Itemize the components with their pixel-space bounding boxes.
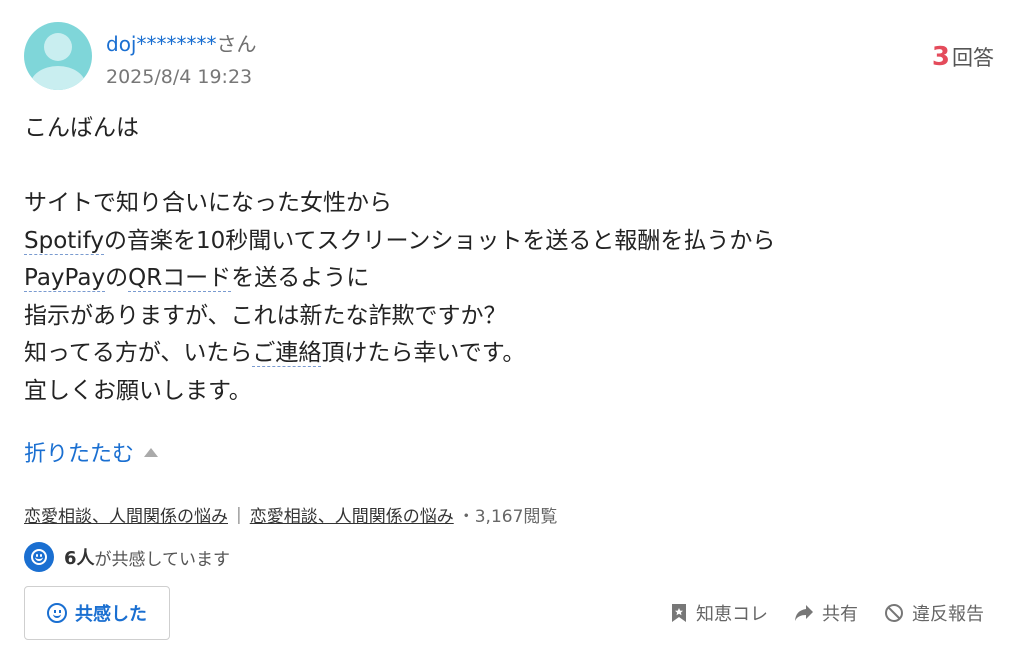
empathy-count: 6人 <box>64 548 95 569</box>
question-line: Spotifyの音楽を10秒聞いてスクリーンショットを送ると報酬を払うから <box>24 223 984 261</box>
empathy-summary: 6人 が共感しています <box>24 542 230 572</box>
question-line: 知ってる方が、いたらご連絡頂けたら幸いです。 <box>24 335 984 373</box>
username[interactable]: doj********さん <box>106 28 257 57</box>
report-label[interactable]: 違反報告 <box>912 600 984 626</box>
report-button[interactable]: 違反報告 <box>884 600 984 626</box>
collapse-label[interactable]: 折りたたむ <box>24 436 134 468</box>
category-separator: | <box>236 504 242 525</box>
avatar-body <box>30 66 86 90</box>
share-button[interactable]: 共有 <box>794 600 858 626</box>
keyword-link[interactable]: ご連絡 <box>252 340 322 367</box>
question-text: を送るように <box>231 265 370 291</box>
user-avatar-icon <box>24 22 92 90</box>
question-text: 知ってる方が、いたら <box>24 340 253 366</box>
question-text: 頂けたら幸いです。 <box>321 340 526 366</box>
ban-icon <box>885 604 903 622</box>
post-date: 2025/8/4 19:23 <box>106 66 253 88</box>
collapse-toggle[interactable]: 折りたたむ <box>24 436 159 468</box>
avatar-head <box>44 33 72 61</box>
share-label[interactable]: 共有 <box>822 600 858 626</box>
empathy-text: が共感しています <box>94 549 231 570</box>
save-collection-label[interactable]: 知恵コレ <box>696 600 768 626</box>
keyword-link[interactable]: QRコード <box>128 265 232 292</box>
empathy-button[interactable]: 共感した <box>24 586 170 640</box>
save-collection-button[interactable]: 知恵コレ <box>670 600 768 626</box>
triangle-up-icon <box>144 447 159 457</box>
empathy-button-label[interactable]: 共感した <box>75 600 147 626</box>
keyword-link[interactable]: Spotify <box>24 227 104 255</box>
question-line: こんばんは <box>24 115 139 141</box>
category-link[interactable]: 恋愛相談、人間関係の悩み <box>250 502 454 527</box>
keyword-link[interactable]: PayPay <box>24 265 106 292</box>
view-count: ・3,167閲覧 <box>457 507 558 527</box>
username-name[interactable]: doj******** <box>106 32 217 56</box>
smile-icon <box>24 542 54 572</box>
question-text: の音楽を10秒聞いてスクリーンショットを送ると報酬を払うから <box>103 227 776 254</box>
action-bar: 知恵コレ 共有 違反報告 <box>670 600 984 626</box>
question-body: こんばんは サイトで知り合いになった女性から Spotifyの音楽を10秒聞いて… <box>24 110 984 410</box>
question-line: PayPayのQRコードを送るように <box>24 260 984 298</box>
username-suffix: さん <box>216 32 257 56</box>
category-link[interactable]: 恋愛相談、人間関係の悩み <box>24 502 228 527</box>
question-blank-line <box>24 148 984 186</box>
share-arrow-icon <box>795 605 813 621</box>
question-line: サイトで知り合いになった女性から <box>24 190 392 216</box>
question-line: 宜しくお願いします。 <box>24 377 252 404</box>
smile-icon <box>47 603 67 623</box>
bookmark-icon <box>672 604 686 622</box>
answer-count[interactable]: 3 回答 <box>932 42 994 72</box>
answer-count-label: 回答 <box>952 46 994 70</box>
answer-count-number: 3 <box>931 42 950 72</box>
question-text: の <box>105 265 129 291</box>
category-meta: 恋愛相談、人間関係の悩み | 恋愛相談、人間関係の悩み ・3,167閲覧 <box>24 502 558 528</box>
question-line: 指示がありますが、これは新たな詐欺ですか？ <box>24 302 507 329</box>
